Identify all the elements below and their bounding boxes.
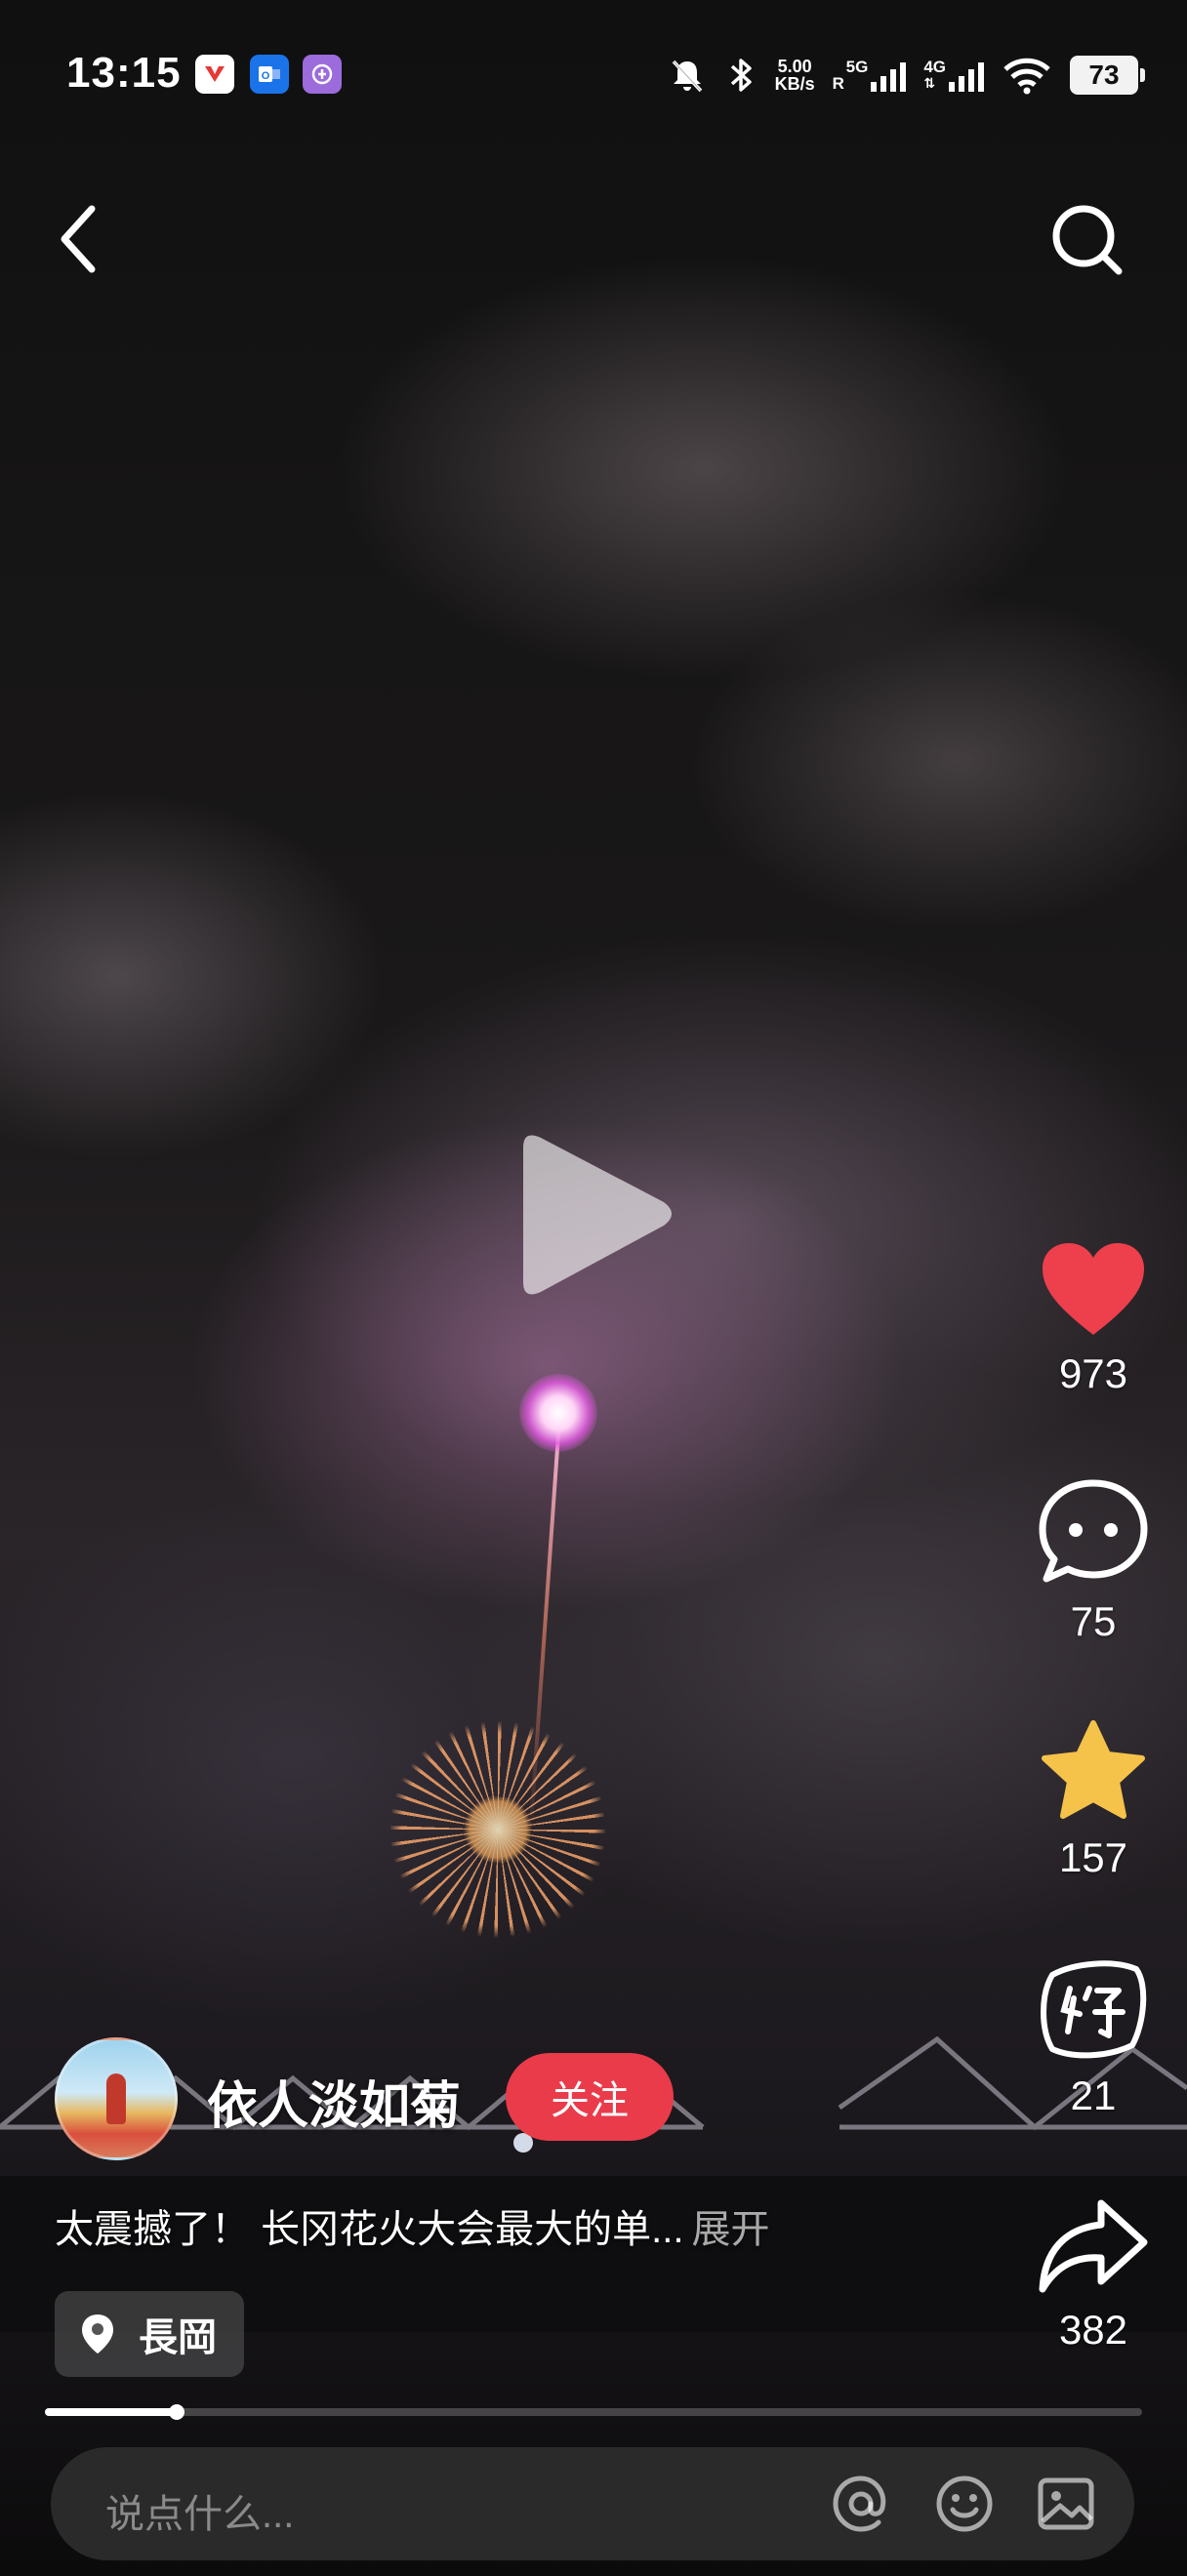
net-speed-value: 5.00 <box>777 57 812 76</box>
author-avatar[interactable] <box>55 2037 178 2160</box>
comment-placeholder[interactable]: 说点什么... <box>105 2482 294 2539</box>
bluetooth-icon <box>730 59 752 92</box>
share-arrow-icon[interactable] <box>1037 2195 1150 2297</box>
mention-icon[interactable] <box>830 2473 892 2535</box>
good-action[interactable]: 21 <box>1025 1955 1162 2119</box>
caption-text: 太震撼了！ 长冈花火大会最大的单... <box>55 2208 684 2251</box>
comment-input-bar[interactable]: 说点什么... <box>51 2447 1134 2560</box>
location-tag[interactable]: 長岡 <box>55 2291 244 2377</box>
purple-app-icon <box>303 55 342 94</box>
status-time: 13:15 <box>66 49 182 97</box>
location-label: 長岡 <box>139 2316 217 2359</box>
favorite-action[interactable]: 157 <box>1025 1717 1162 1881</box>
net-speed-unit: KB/s <box>774 74 815 94</box>
progress-handle[interactable] <box>168 2404 184 2420</box>
app-red-icon <box>195 55 234 94</box>
signal-bars-icon <box>871 62 907 92</box>
sim2-label: 4G <box>923 58 946 76</box>
author-name[interactable]: 依人淡如菊 <box>207 2065 461 2138</box>
good-stamp-icon[interactable] <box>1035 1955 1152 2063</box>
heart-icon[interactable] <box>1039 1239 1148 1341</box>
like-action[interactable]: 973 <box>1025 1239 1162 1397</box>
sim1-label: 5G <box>845 58 869 76</box>
firework-head <box>519 1374 597 1452</box>
net-speed: 5.00 KB/s <box>775 58 815 93</box>
mute-bell-icon <box>672 60 702 93</box>
sim1-sub: R <box>832 74 844 93</box>
comment-bubble-icon[interactable] <box>1037 1475 1150 1589</box>
emoji-icon[interactable] <box>933 2473 996 2535</box>
status-bar: 13:15 O 5.00 KB/s 5G R 4G ⇅ 73 <box>0 0 1187 146</box>
star-icon[interactable] <box>1037 1717 1150 1825</box>
comment-count: 75 <box>1070 1598 1117 1644</box>
outlook-icon: O <box>250 55 289 94</box>
share-action[interactable]: 382 <box>1025 2195 1162 2354</box>
battery-indicator: 73 <box>1070 56 1145 95</box>
back-arrow-icon[interactable] <box>51 195 113 283</box>
wifi-icon <box>1003 58 1050 95</box>
signal-bars-icon <box>949 62 984 92</box>
share-count: 382 <box>1058 2307 1128 2353</box>
expand-caption-link[interactable]: 展开 <box>691 2208 769 2251</box>
search-icon[interactable] <box>1046 199 1128 281</box>
avatar-figure <box>106 2073 126 2124</box>
play-icon[interactable] <box>508 1122 683 1308</box>
firework-burst <box>390 1717 605 1942</box>
video-caption[interactable]: 太震撼了！ 长冈花火大会最大的单... 展开 <box>55 2197 769 2254</box>
sim1-signal: 5G R <box>833 59 907 92</box>
progress-fill <box>45 2408 177 2416</box>
follow-button[interactable]: 关注 <box>506 2053 674 2141</box>
image-icon[interactable] <box>1035 2473 1097 2535</box>
svg-text:O: O <box>262 70 270 82</box>
favorite-count: 157 <box>1058 1834 1128 1880</box>
video-progress-bar[interactable] <box>45 2404 1142 2420</box>
comment-action[interactable]: 75 <box>1025 1475 1162 1645</box>
location-pin-icon <box>82 2314 113 2354</box>
sim2-signal: 4G ⇅ <box>923 59 984 92</box>
like-count: 973 <box>1058 1350 1128 1396</box>
good-count: 21 <box>1070 2073 1117 2118</box>
status-indicators: 5.00 KB/s 5G R 4G ⇅ 73 <box>668 51 1145 100</box>
